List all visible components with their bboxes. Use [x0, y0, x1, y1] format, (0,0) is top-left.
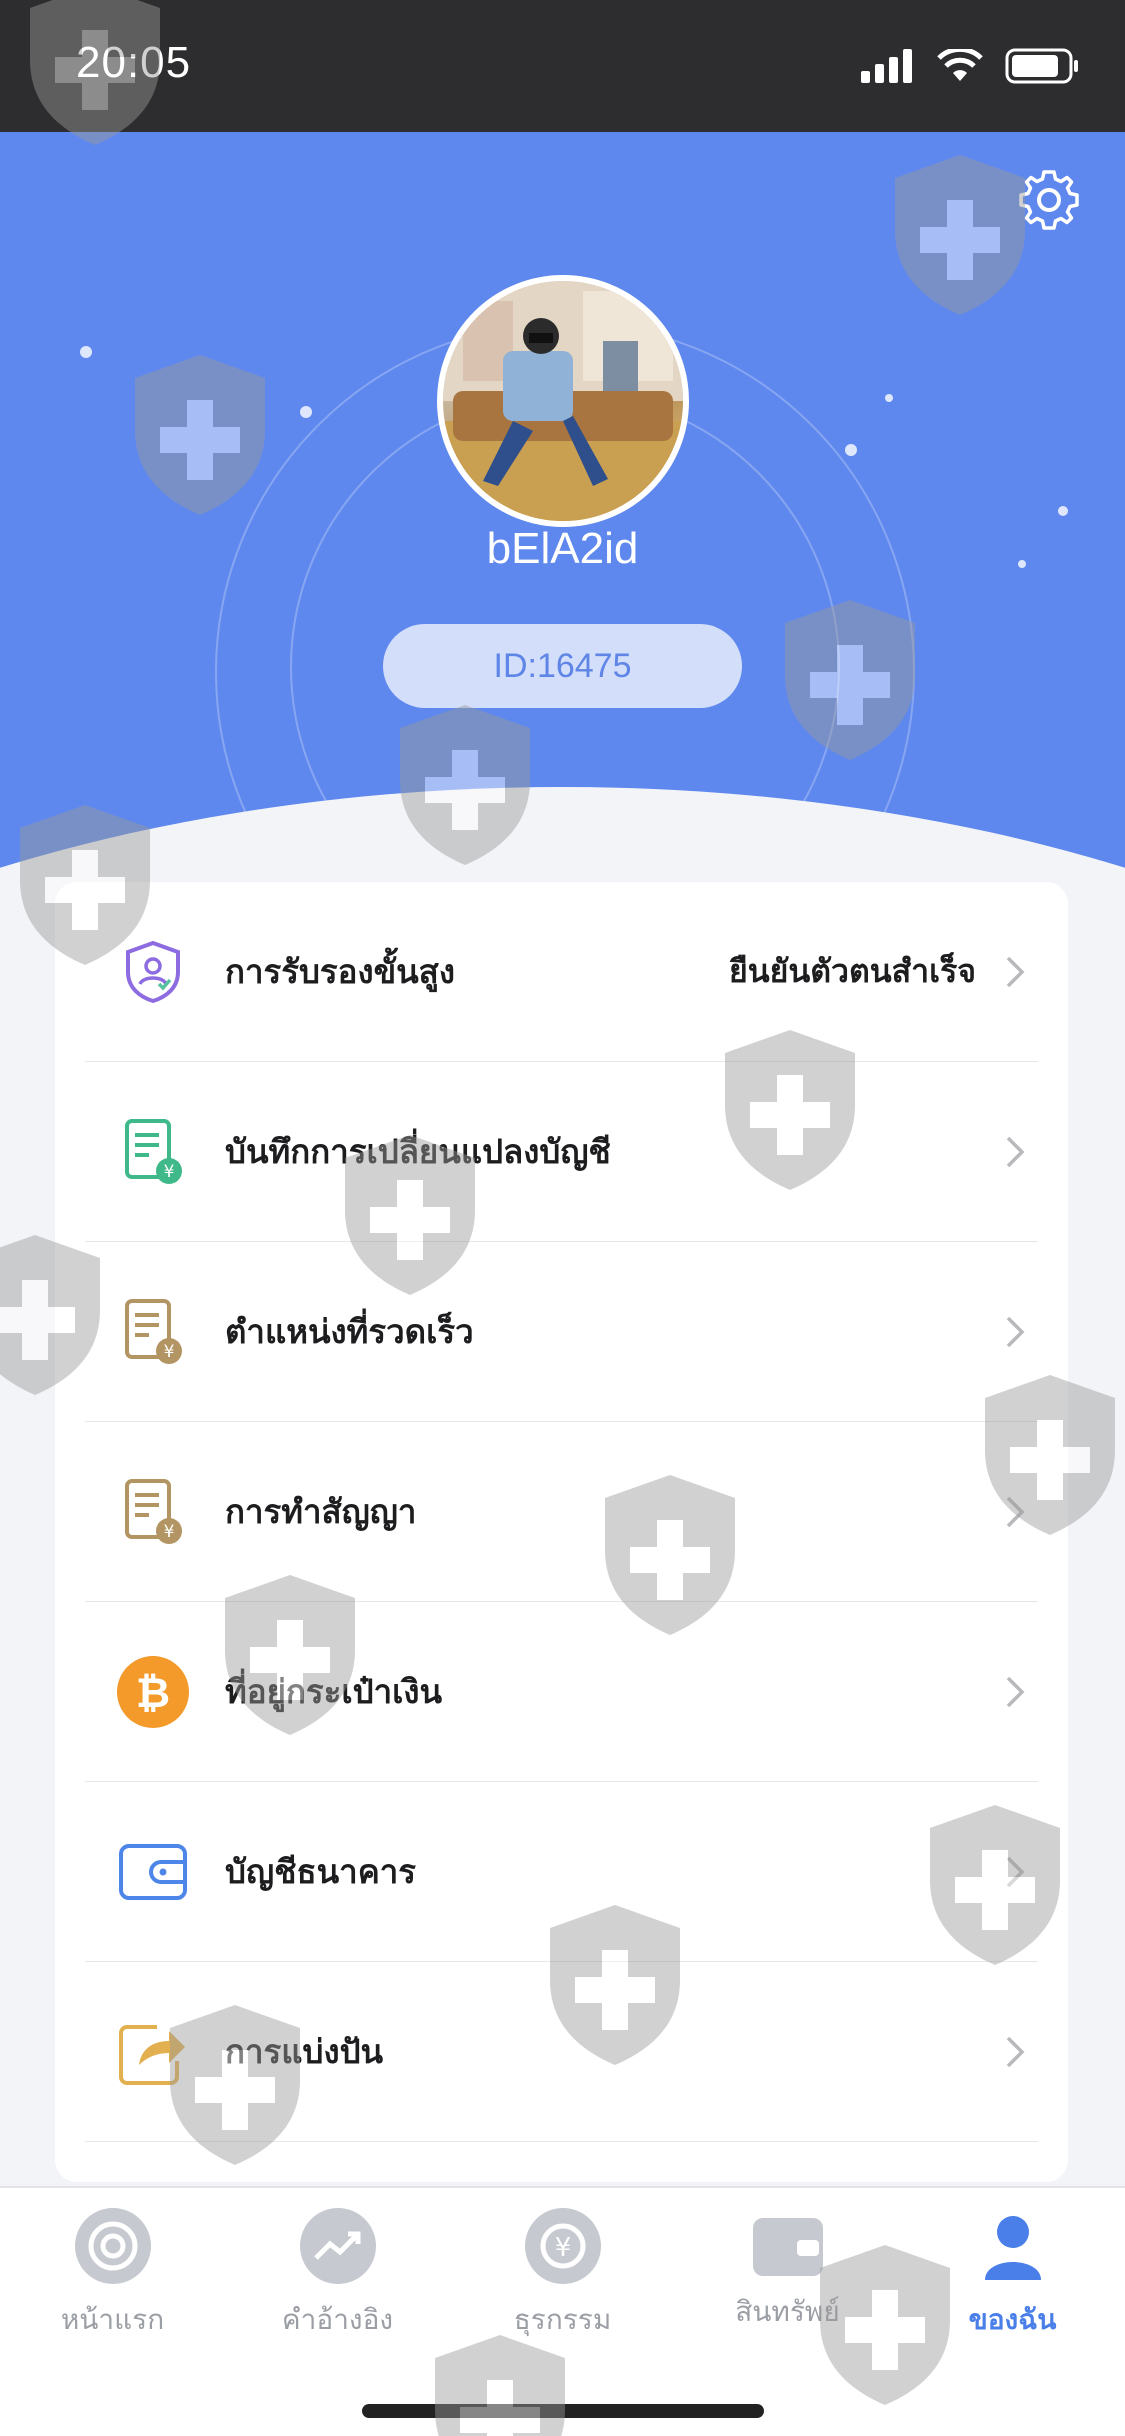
menu-item-label: บันทึกการเปลี่ยนแปลงบัญชี	[225, 1132, 611, 1171]
user-id-badge: ID:16475	[383, 624, 742, 708]
status-icons	[861, 48, 1079, 84]
menu-item-contracts[interactable]: ¥ การทำสัญญา	[85, 1422, 1038, 1602]
chevron-right-icon	[1006, 1676, 1025, 1708]
menu-item-wallet-address[interactable]: ₿ ที่อยู่กระเป๋าเงิน	[85, 1602, 1038, 1782]
chevron-right-icon	[1006, 956, 1025, 988]
decorative-dot	[1058, 506, 1068, 516]
decorative-dot	[885, 394, 893, 402]
trend-icon	[299, 2208, 376, 2284]
avatar[interactable]	[437, 275, 689, 527]
user-icon	[975, 2208, 1051, 2284]
exchange-icon: ¥	[524, 2208, 601, 2284]
signal-icon	[861, 49, 912, 83]
avatar-photo	[443, 281, 683, 521]
svg-text:¥: ¥	[164, 1342, 175, 1362]
menu-item-label: การแบ่งปัน	[225, 2032, 384, 2071]
menu-card: การรับรองขั้นสูง ยืนยันตัวตนสำเร็จ ¥ บัน…	[55, 882, 1068, 2182]
svg-text:₿: ₿	[136, 1668, 170, 1717]
chevron-right-icon	[1006, 1496, 1025, 1528]
tab-assets[interactable]: สินทรัพย์	[675, 2208, 900, 2358]
menu-item-quick-position[interactable]: ¥ ตำแหน่งที่รวดเร็ว	[85, 1242, 1038, 1422]
profile-header: bElA2id ID:16475	[0, 132, 1125, 892]
document-yen-icon: ¥	[113, 1112, 193, 1192]
menu-item-bank-account[interactable]: บัญชีธนาคาร	[85, 1782, 1038, 1962]
menu-item-label: การทำสัญญา	[225, 1492, 417, 1531]
tab-label: คำอ้างอิง	[281, 2303, 394, 2336]
home-icon	[74, 2208, 151, 2284]
menu-item-label: ที่อยู่กระเป๋าเงิน	[225, 1672, 443, 1711]
decorative-dot	[80, 346, 92, 358]
tab-label: ของฉัน	[968, 2303, 1057, 2336]
bottom-tab-bar: หน้าแรก คำอ้างอิง ¥ ธุรกรรม สินทรัพย์ ขอ…	[0, 2186, 1125, 2436]
tab-trade[interactable]: ¥ ธุรกรรม	[450, 2208, 675, 2358]
home-indicator	[362, 2404, 764, 2418]
tab-mine[interactable]: ของฉัน	[900, 2208, 1125, 2358]
svg-text:¥: ¥	[554, 2233, 571, 2263]
share-icon	[113, 2012, 193, 2092]
menu-item-label: ตำแหน่งที่รวดเร็ว	[225, 1312, 474, 1351]
bitcoin-icon: ₿	[113, 1652, 193, 1732]
decorative-dot	[300, 406, 312, 418]
document-yen-icon: ¥	[113, 1292, 193, 1372]
svg-text:¥: ¥	[164, 1522, 175, 1542]
username: bElA2id	[486, 524, 639, 573]
chevron-right-icon	[1006, 1856, 1025, 1888]
svg-text:¥: ¥	[164, 1162, 175, 1182]
wallet-icon	[752, 2218, 823, 2276]
tab-home[interactable]: หน้าแรก	[0, 2208, 225, 2358]
document-yen-icon: ¥	[113, 1472, 193, 1552]
chevron-right-icon	[1006, 2036, 1025, 2068]
shield-user-icon	[113, 932, 193, 1012]
menu-item-advanced-verification[interactable]: การรับรองขั้นสูง ยืนยันตัวตนสำเร็จ	[85, 882, 1038, 1062]
status-time: 20:05	[76, 38, 192, 87]
status-bar: 20:05	[0, 0, 1125, 132]
menu-item-share[interactable]: การแบ่งปัน	[85, 1962, 1038, 2142]
tab-label: หน้าแรก	[60, 2303, 165, 2336]
tab-label: ธุรกรรม	[513, 2303, 612, 2336]
menu-item-label: การรับรองขั้นสูง	[225, 952, 455, 991]
settings-gear-icon[interactable]	[1017, 168, 1081, 232]
menu-item-account-history[interactable]: ¥ บันทึกการเปลี่ยนแปลงบัญชี	[85, 1062, 1038, 1242]
app-screen: 20:05 bElA2id ID:16475 การรับรองขั้นสูง …	[0, 0, 1125, 2436]
tab-label: สินทรัพย์	[735, 2295, 840, 2328]
chevron-right-icon	[1006, 1316, 1025, 1348]
wallet-icon	[113, 1832, 193, 1912]
header-curve	[0, 787, 1125, 892]
chevron-right-icon	[1006, 1136, 1025, 1168]
decorative-dot	[845, 444, 857, 456]
wifi-icon	[937, 49, 983, 81]
tab-quotes[interactable]: คำอ้างอิง	[225, 2208, 450, 2358]
menu-item-label: บัญชีธนาคาร	[225, 1852, 417, 1891]
verification-status: ยืนยันตัวตนสำเร็จ	[728, 952, 976, 990]
battery-icon	[1005, 48, 1078, 84]
